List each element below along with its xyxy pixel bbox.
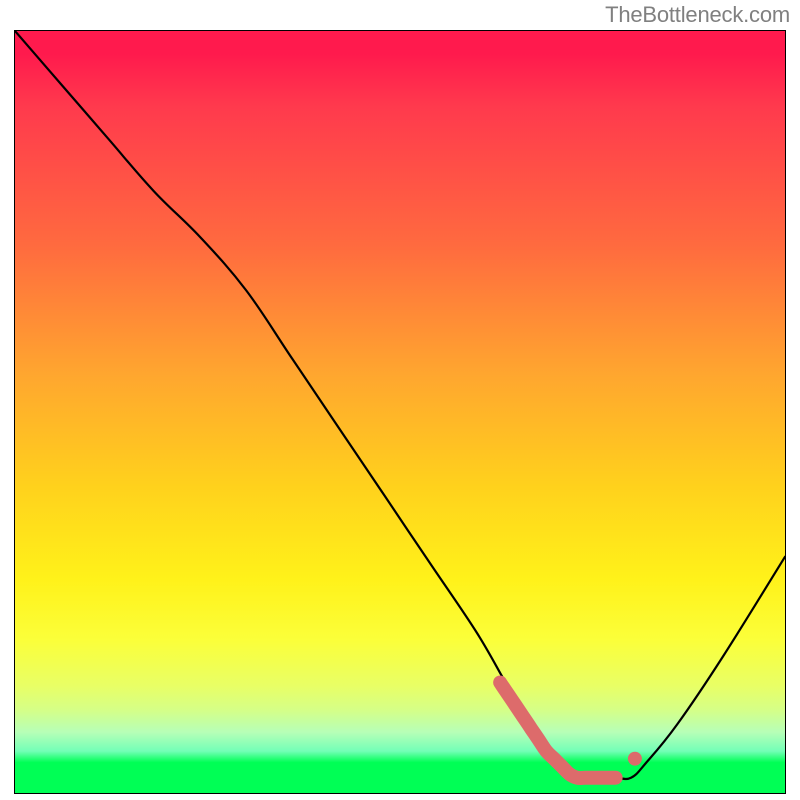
curve-layer bbox=[15, 31, 785, 793]
plot-frame bbox=[14, 30, 786, 794]
low-band-dot bbox=[628, 752, 642, 766]
chart-stage: TheBottleneck.com bbox=[0, 0, 800, 800]
low-band-segment-path bbox=[500, 682, 616, 778]
main-curve-path bbox=[15, 31, 785, 779]
watermark-text: TheBottleneck.com bbox=[605, 2, 790, 28]
